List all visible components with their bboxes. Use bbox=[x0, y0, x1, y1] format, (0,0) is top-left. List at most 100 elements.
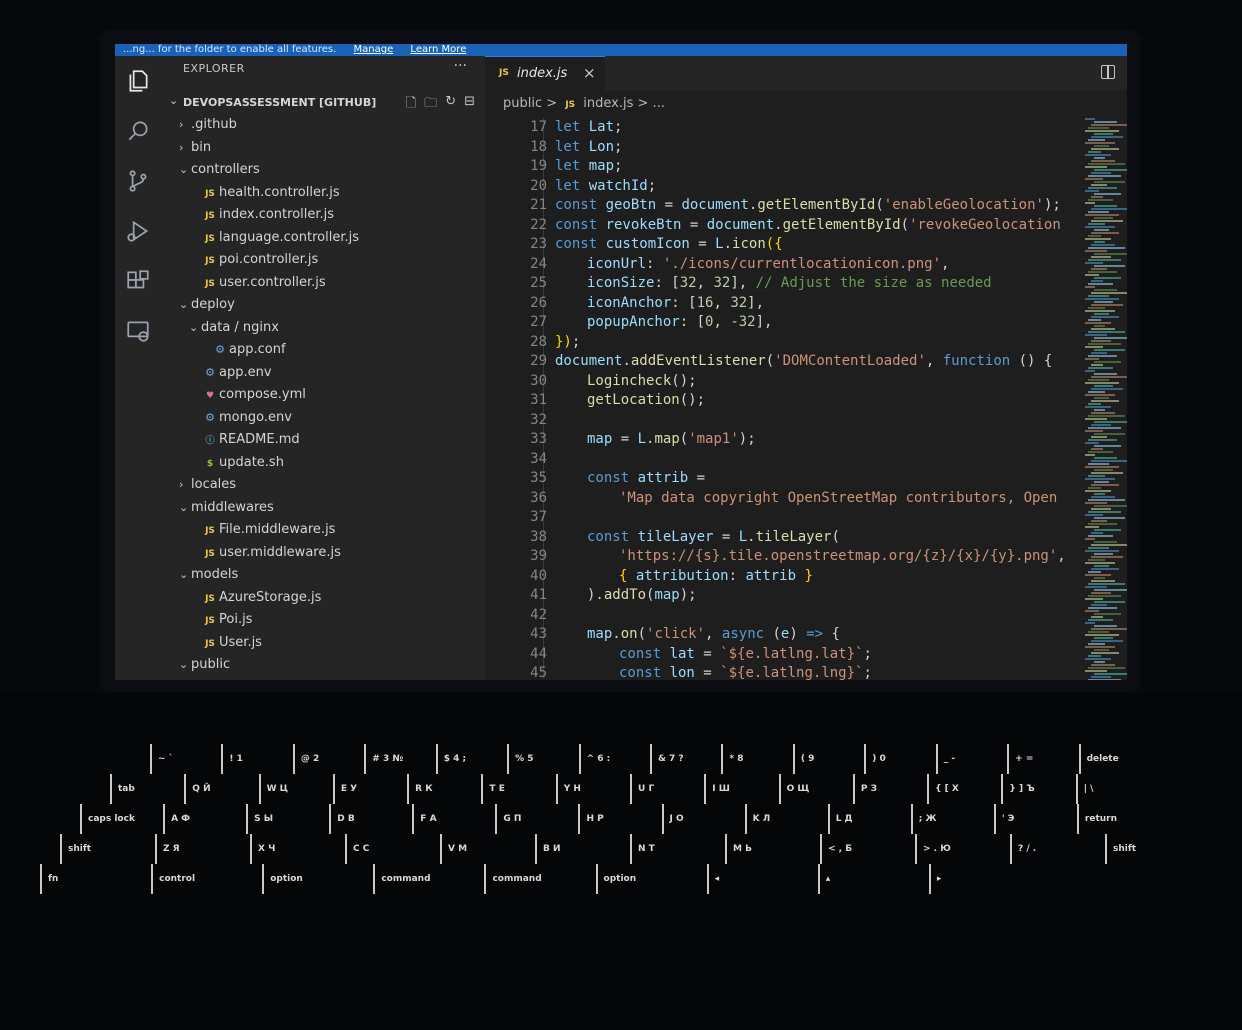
tree-item[interactable]: ⓘ README.md bbox=[161, 429, 485, 452]
code-line[interactable]: 41).addTo(map); bbox=[485, 586, 1045, 606]
keyboard-key[interactable]: ' Э bbox=[993, 804, 1069, 834]
keyboard-key[interactable]: ; Ж bbox=[910, 804, 986, 834]
source-control-icon[interactable] bbox=[125, 168, 151, 194]
code-line[interactable]: 33 map = L.map('map1'); bbox=[485, 430, 1045, 450]
keyboard-key[interactable]: S Ы bbox=[246, 804, 321, 834]
minimap[interactable] bbox=[1081, 118, 1127, 680]
keyboard-key[interactable]: @ 2 bbox=[292, 744, 356, 774]
keyboard-key[interactable]: ~ ` bbox=[150, 744, 213, 774]
tree-item[interactable]: JS health.controller.js bbox=[161, 182, 485, 205]
tree-item[interactable]: › bin bbox=[161, 137, 485, 160]
tree-item[interactable]: JS Poi.js bbox=[161, 609, 485, 632]
code-line[interactable]: 17 let Lat; bbox=[485, 118, 1045, 138]
breadcrumb-more[interactable]: > ... bbox=[638, 96, 665, 111]
keyboard-key[interactable]: * 8 bbox=[721, 744, 784, 774]
keyboard-key[interactable]: W Ц bbox=[258, 774, 325, 804]
keyboard-key[interactable]: return bbox=[1076, 804, 1152, 834]
keyboard-key[interactable]: ! 1 bbox=[221, 744, 284, 774]
remote-explorer-icon[interactable] bbox=[125, 318, 151, 344]
keyboard-key[interactable]: caps lock bbox=[80, 804, 155, 834]
keyboard-key[interactable]: U Г bbox=[630, 774, 696, 804]
keyboard-key[interactable]: K Л bbox=[744, 804, 820, 834]
keyboard-key[interactable]: ) 0 bbox=[864, 744, 927, 774]
keyboard-key[interactable]: fn bbox=[40, 864, 143, 894]
keyboard-key[interactable]: Z Я bbox=[155, 834, 242, 864]
keyboard-key[interactable]: ^ 6 : bbox=[578, 744, 642, 774]
tree-item[interactable]: JS poi.controller.js bbox=[161, 249, 485, 272]
keyboard-key[interactable]: E У bbox=[332, 774, 399, 804]
tree-item[interactable]: JS user.middleware.js bbox=[161, 542, 485, 565]
keyboard-key[interactable]: _ - bbox=[935, 744, 999, 774]
tree-item[interactable]: ⌄ data / nginx bbox=[161, 317, 485, 340]
tree-item[interactable]: ⌄ deploy bbox=[161, 294, 485, 317]
keyboard-key[interactable]: tab bbox=[110, 774, 176, 804]
code-editor[interactable]: 17 let Lat; 18 let Lon; 19 let map; 20 let wat… bbox=[485, 118, 1066, 680]
code-line[interactable]: 40 { attribution: attrib } bbox=[485, 567, 1045, 587]
code-line[interactable]: 27 popupAnchor: [0, -32], bbox=[485, 313, 1045, 333]
keyboard-key[interactable]: O Щ bbox=[778, 774, 845, 804]
tab-index-js[interactable]: JS index.js × bbox=[485, 56, 605, 90]
code-line[interactable]: 20 let watchId; bbox=[485, 177, 1045, 197]
code-line[interactable]: 35 const attrib = bbox=[485, 469, 1045, 489]
close-icon[interactable]: × bbox=[583, 64, 596, 82]
repo-section-header[interactable]: ⌄ DEVOPSASSESSMENT [GITHUB] 🗋 🗀 ↻ ⊟ bbox=[161, 92, 485, 114]
tree-item[interactable]: › .github bbox=[161, 114, 485, 137]
keyboard-key[interactable]: X Ч bbox=[250, 834, 337, 864]
keyboard-key[interactable]: & 7 ? bbox=[650, 744, 713, 774]
tree-item[interactable]: JS File.middleware.js bbox=[161, 519, 485, 542]
tree-item[interactable]: JS language.controller.js bbox=[161, 227, 485, 250]
breadcrumb-folder[interactable]: public bbox=[503, 96, 542, 111]
keyboard-key[interactable]: shift bbox=[1105, 834, 1192, 864]
tree-item[interactable]: JS index.controller.js bbox=[161, 204, 485, 227]
keyboard-key[interactable]: Y Н bbox=[555, 774, 622, 804]
tree-item[interactable]: ⌄ models bbox=[161, 564, 485, 587]
tree-item[interactable]: $ update.sh bbox=[161, 452, 485, 475]
keyboard-key[interactable]: < , Б bbox=[820, 834, 907, 864]
code-line[interactable]: 36 'Map data copyright OpenStreetMap cont… bbox=[485, 489, 1057, 509]
breadcrumb-file[interactable]: index.js bbox=[583, 96, 633, 111]
search-icon[interactable] bbox=[125, 118, 151, 144]
keyboard-key[interactable]: option bbox=[262, 864, 365, 894]
keyboard-key[interactable]: control bbox=[151, 864, 254, 894]
code-line[interactable]: 22 const revokeBtn = document.getElementB… bbox=[485, 216, 1061, 236]
code-line[interactable]: 29 document.addEventListener('DOMContentL… bbox=[485, 352, 1052, 372]
keyboard-key[interactable]: # 3 № bbox=[364, 744, 427, 774]
keyboard-key[interactable]: R К bbox=[407, 774, 473, 804]
code-line[interactable]: 43 map.on('click', async (e) => { bbox=[485, 625, 1045, 645]
keyboard-key[interactable]: command bbox=[484, 864, 587, 894]
keyboard-key[interactable]: ◂ bbox=[706, 864, 810, 894]
keyboard-key[interactable]: C С bbox=[345, 834, 432, 864]
refresh-icon[interactable]: ↻ bbox=[445, 94, 456, 116]
keyboard-key[interactable]: } ] Ъ bbox=[1001, 774, 1067, 804]
tree-item[interactable]: ⚙ app.conf bbox=[161, 339, 485, 362]
new-file-icon[interactable]: 🗋 bbox=[406, 94, 416, 116]
code-line[interactable]: 28}); bbox=[485, 333, 1045, 353]
extensions-icon[interactable] bbox=[125, 268, 151, 294]
code-line[interactable]: 44 const lat = `${e.latlng.lat}`; bbox=[485, 645, 1045, 665]
keyboard-key[interactable]: T Е bbox=[481, 774, 547, 804]
keyboard-key[interactable]: G П bbox=[495, 804, 570, 834]
code-line[interactable]: 21 const geoBtn = document.getElementById… bbox=[485, 196, 1061, 216]
tree-item[interactable]: JS user.controller.js bbox=[161, 272, 485, 295]
keyboard-key[interactable]: + = bbox=[1007, 744, 1070, 774]
code-line[interactable]: 39 'https://{s}.tile.openstreetmap.org/{z… bbox=[485, 547, 1066, 567]
code-line[interactable]: 23 const customIcon = L.icon({ bbox=[485, 235, 1045, 255]
keyboard-key[interactable]: % 5 bbox=[507, 744, 570, 774]
manage-link[interactable]: Manage bbox=[354, 44, 394, 56]
keyboard-key[interactable]: N Т bbox=[630, 834, 717, 864]
new-folder-icon[interactable]: 🗀 bbox=[424, 94, 437, 116]
keyboard-key[interactable]: | \ bbox=[1075, 774, 1142, 804]
code-line[interactable]: 45 const lon = `${e.latlng.lng}`; bbox=[485, 664, 1045, 680]
keyboard-key[interactable]: M Ь bbox=[725, 834, 812, 864]
learn-more-link[interactable]: Learn More bbox=[410, 44, 466, 56]
files-icon[interactable] bbox=[125, 68, 151, 94]
keyboard-key[interactable]: I Ш bbox=[704, 774, 770, 804]
tree-item[interactable]: ⚙ app.env bbox=[161, 362, 485, 385]
code-line[interactable]: 37 bbox=[485, 508, 1045, 528]
collapse-all-icon[interactable]: ⊟ bbox=[464, 94, 475, 116]
code-line[interactable]: 42 bbox=[485, 606, 1045, 626]
code-line[interactable]: 24 iconUrl: './icons/currentlocationicon.… bbox=[485, 255, 1045, 275]
code-line[interactable]: 34 bbox=[485, 450, 1045, 470]
code-line[interactable]: 25 iconSize: [32, 32], // Adjust the size… bbox=[485, 274, 1045, 294]
keyboard-key[interactable]: L Д bbox=[827, 804, 903, 834]
